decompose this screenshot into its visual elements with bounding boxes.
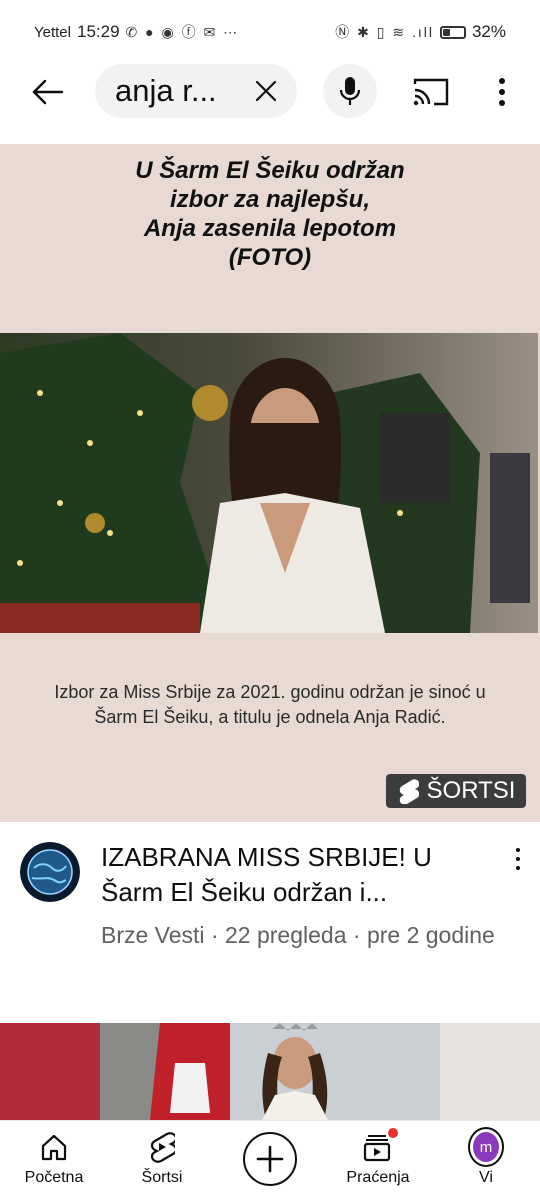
- video-overlay-title: U Šarm El Šeiku održan izbor za najlepšu…: [0, 156, 540, 272]
- dot-icon: [516, 857, 520, 861]
- dot-icon: [499, 78, 505, 84]
- nav-home[interactable]: Početna: [18, 1121, 90, 1201]
- nav-subscriptions-label: Praćenja: [346, 1169, 410, 1186]
- photo-illustration: [0, 333, 538, 633]
- carrier-label: Yettel: [34, 23, 71, 41]
- plus-icon: [256, 1145, 284, 1173]
- nav-you-label: Vi: [479, 1169, 493, 1186]
- nav-shorts-label: Šortsi: [141, 1169, 183, 1186]
- dot-icon: [516, 866, 520, 870]
- profile-avatar: m: [470, 1129, 502, 1165]
- video-title-line: (FOTO): [228, 244, 312, 271]
- arrow-left-icon: [32, 79, 64, 105]
- globe-icon: [20, 842, 80, 902]
- shorts-badge-label: ŠORTSI: [426, 777, 516, 804]
- video-preview[interactable]: U Šarm El Šeiku održan izbor za najlepšu…: [0, 144, 540, 822]
- notification-icons: ✆ ● ◉ ⓕ ✉ ⋯: [125, 24, 240, 40]
- home-icon: [38, 1131, 70, 1163]
- more-options-button[interactable]: [492, 74, 512, 110]
- search-header: anja r...: [0, 64, 540, 120]
- voice-search-button[interactable]: [323, 64, 377, 118]
- dot-icon: [499, 100, 505, 106]
- video-subtitle: Brze Vesti · 22 pregleda · pre 2 godine: [101, 920, 511, 951]
- video-title-line: U Šarm El Šeiku održan: [135, 157, 405, 184]
- microphone-icon: [339, 77, 361, 105]
- dot-icon: [516, 848, 520, 852]
- search-field[interactable]: anja r...: [95, 64, 297, 118]
- battery-icon: [439, 25, 466, 39]
- separator-dot: ·: [210, 922, 225, 948]
- video-title-line: izbor za najlepšu,: [169, 186, 371, 213]
- separator-dot: ·: [352, 922, 367, 948]
- channel-avatar[interactable]: [20, 842, 80, 902]
- video-menu-button[interactable]: [510, 844, 526, 874]
- nav-subscriptions[interactable]: Praćenja: [338, 1121, 418, 1201]
- clock: 15:29: [76, 22, 120, 41]
- status-left: Yettel 15:29 ✆ ● ◉ ⓕ ✉ ⋯: [34, 22, 239, 42]
- notification-dot: [388, 1128, 398, 1138]
- shorts-icon: [399, 779, 419, 804]
- profile-icon: m: [470, 1129, 502, 1165]
- next-video-thumbnail[interactable]: [0, 1023, 540, 1120]
- shorts-badge: ŠORTSI: [386, 774, 526, 808]
- nav-home-label: Početna: [24, 1169, 84, 1186]
- close-icon[interactable]: [253, 78, 279, 104]
- system-icons: Ⓝ ✱ ▯ ≋ .ıll: [335, 24, 434, 40]
- nav-shorts[interactable]: Šortsi: [128, 1121, 196, 1201]
- back-button[interactable]: [30, 74, 66, 110]
- shorts-icon: [146, 1131, 178, 1163]
- status-bar: Yettel 15:29 ✆ ● ◉ ⓕ ✉ ⋯ Ⓝ ✱ ▯ ≋ .ıll 32…: [0, 0, 540, 64]
- channel-name[interactable]: Brze Vesti: [101, 922, 205, 948]
- video-title[interactable]: IZABRANA MISS SRBIJE! U Šarm El Šeiku od…: [101, 840, 501, 910]
- search-query: anja r...: [115, 73, 217, 108]
- subscriptions-icon: [362, 1128, 398, 1163]
- thumbnail-illustration: [0, 1023, 540, 1120]
- video-title-line: Anja zasenila lepotom: [143, 215, 397, 242]
- nav-you[interactable]: m Vi: [462, 1121, 510, 1201]
- dot-icon: [499, 89, 505, 95]
- video-photo: [0, 333, 538, 633]
- upload-age: pre 2 godine: [366, 922, 495, 948]
- cast-icon[interactable]: [412, 76, 450, 108]
- create-button[interactable]: [243, 1132, 297, 1186]
- bottom-navigation: Početna Šortsi Praćenja m Vi: [0, 1120, 540, 1201]
- video-caption: Izbor za Miss Srbije za 2021. godinu odr…: [54, 682, 486, 727]
- status-right: Ⓝ ✱ ▯ ≋ .ıll 32%: [335, 22, 506, 42]
- battery-percent: 32%: [471, 22, 506, 41]
- video-meta: IZABRANA MISS SRBIJE! U Šarm El Šeiku od…: [0, 840, 540, 990]
- view-count: 22 pregleda: [225, 922, 347, 948]
